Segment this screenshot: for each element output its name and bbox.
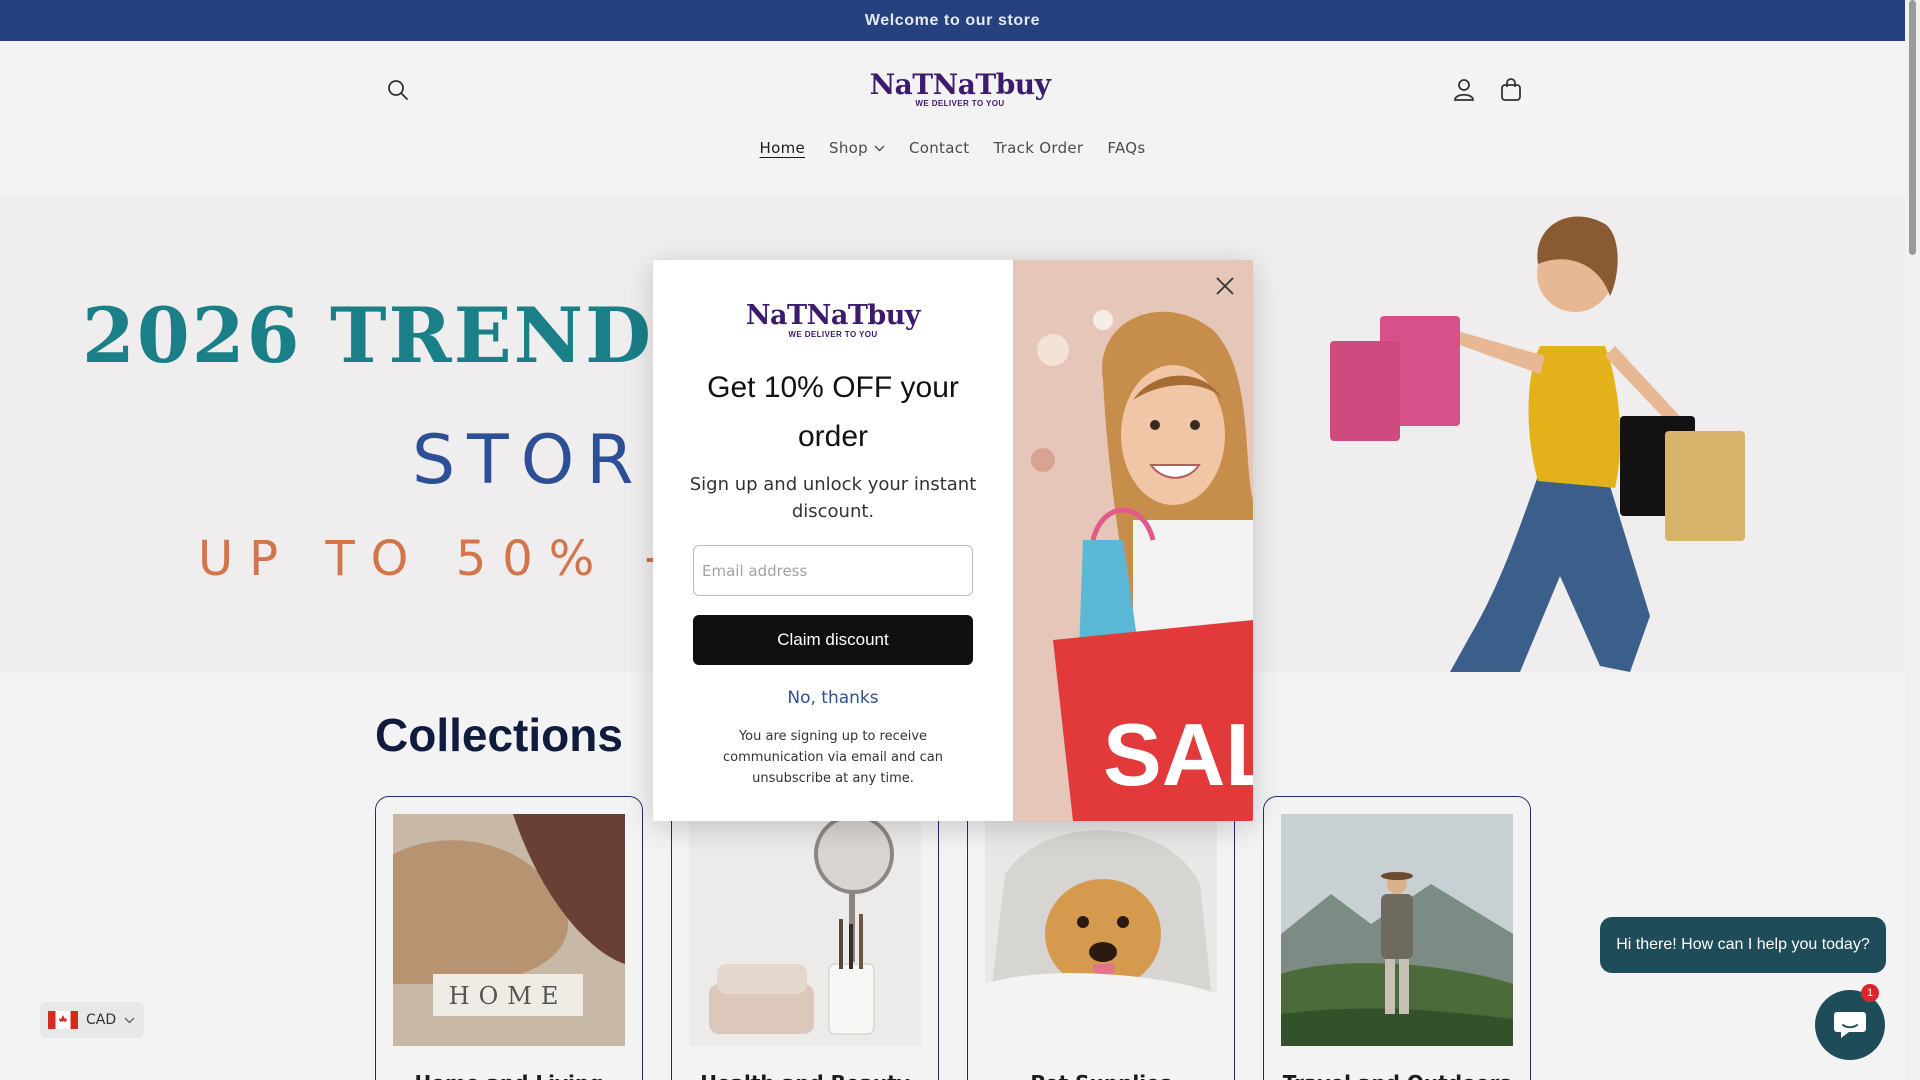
discount-popup: NaTNaTbuy WE DELIVER TO YOU Get 10% OFF … <box>653 260 1253 821</box>
chat-unread-badge: 1 <box>1861 984 1879 1002</box>
hero-subheadline: STOR <box>412 421 646 500</box>
claim-discount-button[interactable]: Claim discount <box>693 615 973 665</box>
popup-logo: NaTNaTbuy WE DELIVER TO YOU <box>653 300 1013 339</box>
email-field[interactable] <box>693 545 973 596</box>
collection-label: Pet Supplies <box>968 1071 1234 1080</box>
currency-code: CAD <box>86 1012 117 1028</box>
site-header: NaTNaTbuy WE DELIVER TO YOU Home Shop Co… <box>0 41 1905 196</box>
scrollbar-thumb[interactable] <box>1909 0 1916 255</box>
dog-blanket-image <box>985 814 1217 1046</box>
close-icon[interactable] <box>1211 272 1239 300</box>
page-scrollbar[interactable] <box>1905 0 1920 1080</box>
collection-card-travel[interactable]: Travel and Outdoors <box>1263 796 1531 1080</box>
collection-label: Travel and Outdoors <box>1264 1071 1530 1080</box>
popup-heading: Get 10% OFF your order <box>707 371 959 453</box>
search-icon[interactable] <box>384 76 412 104</box>
announcement-text: Welcome to our store <box>864 11 1041 29</box>
shopping-woman-image <box>1330 216 1745 672</box>
shopping-girl-image: SAL <box>1013 260 1253 821</box>
chat-greeting-text: Hi there! How can I help you today? <box>1616 936 1870 953</box>
nav-track-order[interactable]: Track Order <box>981 139 1095 157</box>
collection-card-pets[interactable]: Pet Supplies <box>967 796 1235 1080</box>
chevron-down-icon <box>874 144 885 152</box>
nav-faqs[interactable]: FAQs <box>1095 139 1157 157</box>
nav-contact[interactable]: Contact <box>897 139 981 157</box>
chat-icon <box>1834 1012 1866 1038</box>
popup-legal-text: You are signing up to receive communicat… <box>723 729 943 786</box>
cart-icon[interactable] <box>1497 76 1525 104</box>
collection-card-home[interactable]: HOME Home and Living <box>375 796 643 1080</box>
beauty-brushes-image <box>689 814 921 1046</box>
currency-selector[interactable]: CAD <box>40 1002 144 1038</box>
collection-card-beauty[interactable]: Health and Beauty <box>671 796 939 1080</box>
collection-label: Home and Living <box>376 1071 642 1080</box>
popup-subtext: Sign up and unlock your instant discount… <box>689 474 977 522</box>
collections-heading: Collections <box>375 709 623 761</box>
main-nav: Home Shop Contact Track Order FAQs <box>0 139 1905 157</box>
announcement-bar: Welcome to our store <box>0 0 1905 41</box>
hero-offer: UP TO 50% + <box>198 531 698 587</box>
popup-logo-wordmark: NaTNaTbuy <box>745 300 921 331</box>
site-logo[interactable]: NaTNaTbuy WE DELIVER TO YOU <box>860 68 1060 109</box>
canada-flag-icon <box>48 1011 78 1029</box>
nav-shop[interactable]: Shop <box>817 139 897 157</box>
nav-home[interactable]: Home <box>748 139 818 157</box>
popup-form-panel: NaTNaTbuy WE DELIVER TO YOU Get 10% OFF … <box>653 260 1013 821</box>
account-icon[interactable] <box>1450 76 1478 104</box>
logo-wordmark: NaTNaTbuy <box>869 68 1051 101</box>
popup-image-sale-text: SAL <box>1103 705 1253 804</box>
no-thanks-link[interactable]: No, thanks <box>653 688 1013 708</box>
collection-label: Health and Beauty <box>672 1071 938 1080</box>
home-pillows-image: HOME <box>393 814 625 1046</box>
chevron-down-icon <box>124 1017 135 1023</box>
svg-text:HOME: HOME <box>449 982 568 1010</box>
popup-logo-tagline: WE DELIVER TO YOU <box>788 330 878 339</box>
chat-greeting-bubble[interactable]: Hi there! How can I help you today? <box>1600 917 1886 973</box>
hiker-mountains-image <box>1281 814 1513 1046</box>
